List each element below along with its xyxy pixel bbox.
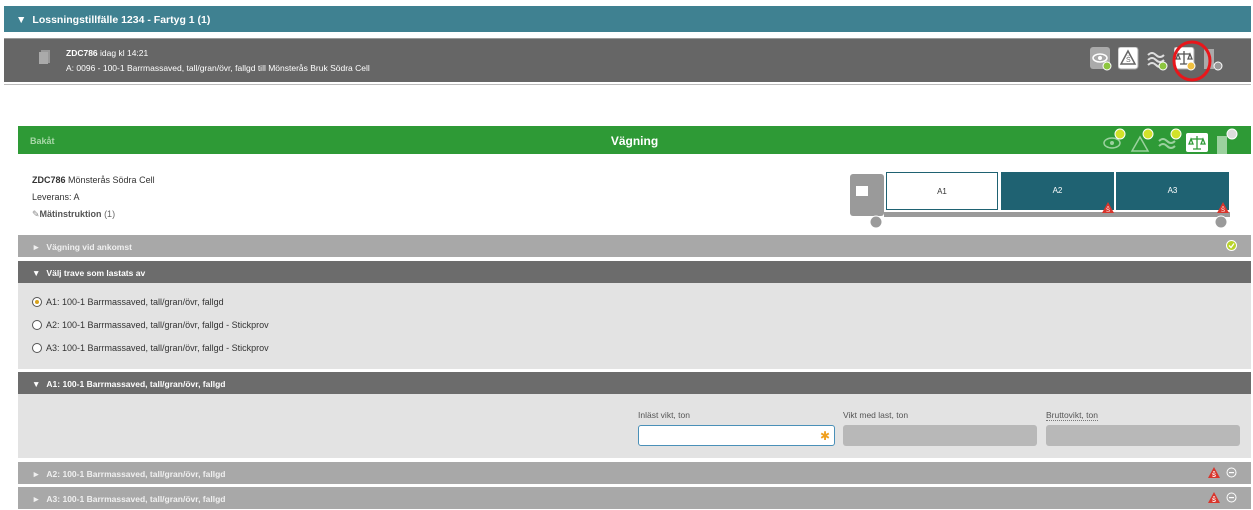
collapse-triangle-icon: ▼ <box>16 14 27 26</box>
pencil-icon: ✎ <box>32 209 40 219</box>
document-icon <box>39 50 50 64</box>
radio-label: A3: 100-1 Barrmassaved, tall/gran/övr, f… <box>46 343 269 353</box>
scale-step-icon[interactable] <box>1185 130 1211 154</box>
section-a1-title: A1: 100-1 Barrmassaved, tall/gran/övr, f… <box>46 379 226 389</box>
choose-panel: A1: 100-1 Barrmassaved, tall/gran/övr, f… <box>18 283 1251 369</box>
truck-diagram: A1 A2 Š A3 Š <box>848 170 1230 230</box>
load-event-title: Lossningstillfälle 1234 - Fartyg 1 (1) <box>32 14 211 26</box>
expand-triangle-icon: ► <box>32 494 41 504</box>
read-weight-input[interactable]: ✱ <box>638 425 835 446</box>
step-icons <box>1101 128 1241 154</box>
minus-circle-icon <box>1226 467 1237 478</box>
warning-icon[interactable]: Š <box>1118 47 1140 71</box>
warning-icon: Š <box>1102 202 1114 213</box>
svg-text:Š: Š <box>1221 207 1225 213</box>
divider <box>4 84 1251 85</box>
svg-text:Š: Š <box>1126 55 1131 64</box>
instruction-link[interactable]: ✎Mätinstruktion (1) <box>32 206 155 223</box>
section-a1[interactable]: ▼ A1: 100-1 Barrmassaved, tall/gran/övr, … <box>18 372 1251 394</box>
required-star-icon: ✱ <box>819 429 830 443</box>
vehicle-line1: ZDC786 idag kl 14:21 <box>66 48 148 58</box>
radio-option-a2[interactable]: A2: 100-1 Barrmassaved, tall/gran/övr, f… <box>32 320 269 330</box>
section-arrival[interactable]: ► Vägning vid ankomst <box>18 235 1251 257</box>
radio-option-a3[interactable]: A3: 100-1 Barrmassaved, tall/gran/övr, f… <box>32 343 269 353</box>
vehicle-route: A: 0096 - 100-1 Barrmassaved, tall/gran/… <box>66 63 370 73</box>
radio-a1[interactable] <box>32 297 42 307</box>
weight-with-load-field <box>843 425 1037 446</box>
svg-text:Š: Š <box>1106 207 1110 213</box>
section-choose-title: Välj trave som lastats av <box>46 268 146 278</box>
wave-icon[interactable] <box>1146 47 1168 71</box>
section-a2-title: A2: 100-1 Barrmassaved, tall/gran/övr, f… <box>46 469 226 479</box>
unload-step-icon[interactable] <box>1213 128 1239 154</box>
row-icons: Š <box>1208 492 1237 503</box>
svg-text:Š: Š <box>1212 471 1216 478</box>
a1-panel: Inläst vikt, ton ✱ Vikt med last, ton Br… <box>18 394 1251 458</box>
section-a3-title: A3: 100-1 Barrmassaved, tall/gran/övr, f… <box>46 494 226 504</box>
radio-a2[interactable] <box>32 320 42 330</box>
expand-triangle-icon: ► <box>32 469 41 479</box>
row-icons: Š <box>1208 467 1237 478</box>
radio-a3[interactable] <box>32 343 42 353</box>
section-a3[interactable]: ► A3: 100-1 Barrmassaved, tall/gran/övr, … <box>18 487 1251 509</box>
gross-weight-label[interactable]: Bruttovikt, ton <box>1046 410 1098 421</box>
info-destination: Mönsterås Södra Cell <box>68 175 155 185</box>
weighing-title: Vägning <box>610 134 659 148</box>
warning-icon: Š <box>1208 492 1220 503</box>
svg-text:Š: Š <box>1212 496 1216 503</box>
vehicle-reg: ZDC786 <box>66 48 98 58</box>
read-weight-label: Inläst vikt, ton <box>638 410 690 420</box>
highlight-circle <box>1172 40 1212 82</box>
section-arrival-title: Vägning vid ankomst <box>46 242 132 252</box>
section-choose[interactable]: ▼ Välj trave som lastats av <box>18 261 1251 283</box>
load-event-header[interactable]: ▼ Lossningstillfälle 1234 - Fartyg 1 (1) <box>4 6 1251 32</box>
minus-circle-icon <box>1226 492 1237 503</box>
eye-icon[interactable] <box>1090 47 1112 71</box>
radio-label: A2: 100-1 Barrmassaved, tall/gran/övr, f… <box>46 320 269 330</box>
weighing-bar: Bakåt Vägning <box>18 126 1251 154</box>
check-icon <box>1226 240 1237 251</box>
expand-triangle-icon: ► <box>32 242 41 252</box>
warning-step-icon[interactable] <box>1129 128 1155 154</box>
info-delivery: Leverans: A <box>32 192 80 202</box>
compartment-a2[interactable]: A2 <box>1001 172 1114 210</box>
warning-icon: Š <box>1217 202 1229 213</box>
collapse-triangle-icon: ▼ <box>32 379 41 389</box>
vehicle-time: idag kl 14:21 <box>100 48 149 58</box>
info-reg: ZDC786 <box>32 175 66 185</box>
gross-weight-field <box>1046 425 1240 446</box>
compartment-a1[interactable]: A1 <box>886 172 998 210</box>
vehicle-info: ZDC786 Mönsterås Södra Cell Leverans: A … <box>32 172 155 223</box>
compartment-a3[interactable]: A3 <box>1116 172 1229 210</box>
vehicle-bar[interactable]: ZDC786 idag kl 14:21 A: 0096 - 100-1 Bar… <box>4 38 1251 82</box>
collapse-triangle-icon: ▼ <box>32 268 41 278</box>
warning-icon: Š <box>1208 467 1220 478</box>
wave-step-icon[interactable] <box>1157 128 1183 154</box>
weight-with-load-label: Vikt med last, ton <box>843 410 909 420</box>
section-a2[interactable]: ► A2: 100-1 Barrmassaved, tall/gran/övr, … <box>18 462 1251 484</box>
eye-step-icon[interactable] <box>1101 128 1127 154</box>
radio-option-a1[interactable]: A1: 100-1 Barrmassaved, tall/gran/övr, f… <box>32 297 224 307</box>
radio-label: A1: 100-1 Barrmassaved, tall/gran/övr, f… <box>46 297 224 307</box>
